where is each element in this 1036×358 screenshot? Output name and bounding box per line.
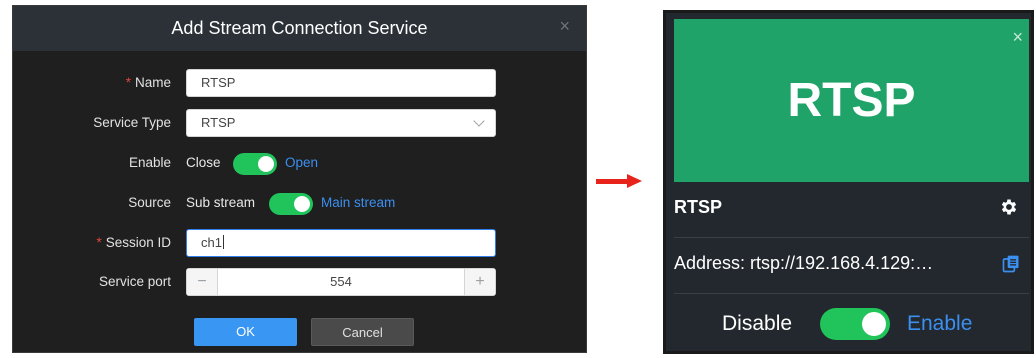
session-id-input[interactable]: ch1 [186,229,496,257]
session-id-label: * Session ID [96,235,171,250]
dialog-header: Add Stream Connection Service [13,6,586,51]
ok-button[interactable]: OK [194,318,297,346]
copy-icon[interactable] [1001,254,1021,274]
increment-button[interactable]: + [464,269,495,295]
session-id-row: * Session ID ch1 [13,229,586,257]
enable-text: Enable [907,312,973,335]
chevron-down-icon [473,115,485,127]
service-card: RTSP × RTSP Address: rtsp://192.168.4.12… [663,10,1034,354]
text-caret [222,235,224,249]
required-mark: * [125,75,131,90]
card-banner: RTSP × [674,19,1029,182]
name-input[interactable]: RTSP [186,69,496,97]
card-banner-title: RTSP [787,74,916,127]
gear-icon[interactable] [999,197,1019,217]
enable-on-text: Open [285,155,319,170]
toggle-knob [862,312,886,336]
enable-toggle[interactable] [233,153,277,175]
card-footer: Disable Enable [674,296,1029,351]
decrement-button[interactable]: − [187,269,218,295]
name-label: * Name [125,75,171,90]
service-type-select[interactable]: RTSP [186,109,496,137]
required-mark: * [96,235,102,250]
source-off-text: Sub stream [186,195,256,210]
disable-text: Disable [722,312,793,335]
source-row: Source Sub stream Main stream [13,189,586,217]
arrow-head [627,174,642,188]
source-toggle[interactable] [269,193,313,215]
service-type-row: Service Type RTSP [13,109,586,137]
source-label: Source [128,195,171,210]
service-type-value: RTSP [201,115,236,130]
card-address-row: Address: rtsp://192.168.4.129:… [674,238,1029,294]
toggle-knob [258,156,274,172]
card-address: Address: rtsp://192.168.4.129:… [674,253,934,273]
enable-label: Enable [128,155,171,170]
card-name-row: RTSP [674,182,1029,238]
service-port-row: Service port − 554 + [13,268,586,296]
add-stream-dialog: Add Stream Connection Service × * Name RT… [12,5,587,353]
session-id-value: ch1 [201,235,222,250]
service-port-input[interactable]: 554 [218,269,464,295]
card-enable-toggle[interactable] [820,308,890,340]
arrow-right-icon [596,179,630,184]
toggle-knob [294,196,310,212]
service-port-label: Service port [98,274,171,289]
name-row: * Name RTSP [13,69,586,97]
service-port-stepper: − 554 + [186,268,496,296]
enable-off-text: Close [186,155,221,170]
enable-row: Enable Close Open [13,149,586,177]
source-on-text: Main stream [321,195,396,210]
service-type-label: Service Type [93,115,171,130]
cancel-button[interactable]: Cancel [311,318,414,346]
dialog-title: Add Stream Connection Service [171,18,428,38]
card-service-name: RTSP [674,197,723,217]
close-icon[interactable]: × [559,16,570,36]
close-icon[interactable]: × [1012,27,1023,48]
